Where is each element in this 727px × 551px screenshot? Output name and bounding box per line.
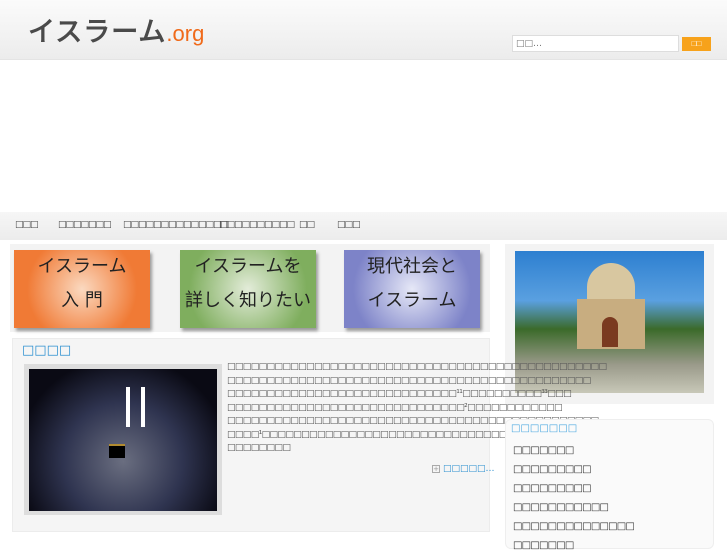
banner-line: イスラームを	[194, 256, 302, 277]
read-more-label: □□□□□…	[443, 464, 495, 474]
expand-icon: +	[432, 465, 440, 473]
nav-item-6[interactable]: □□□	[337, 220, 360, 230]
article-line: □□□□□□□□□□□□□□□□□□□□□□□□□□□□□□□□□□□□□□□□…	[227, 375, 591, 386]
nav-item-4[interactable]: □□□□□□□□□□	[219, 220, 295, 230]
sidebar-item[interactable]: □□□□□□□□□	[513, 464, 592, 475]
nav-item-5[interactable]: □□	[299, 220, 315, 230]
banner-intro[interactable]: イスラーム入 門	[14, 250, 150, 328]
banner-line: イスラーム	[37, 256, 127, 277]
nav-item-2[interactable]: □□□□□□□	[58, 220, 112, 230]
banner-line: イスラーム	[367, 290, 457, 311]
main-nav: □□□ □□□□□□□ □□□□□□□□□□□□□□ □□□□□□□□□□ □□…	[0, 212, 727, 240]
site-logo[interactable]: イスラーム.org	[28, 10, 204, 49]
search-input[interactable]	[512, 35, 679, 52]
logo-text: イスラーム	[28, 17, 167, 47]
banner-modern-society[interactable]: 現代社会とイスラーム	[344, 250, 480, 328]
search-button[interactable]: □□	[682, 37, 711, 51]
article-title[interactable]: □□□□	[22, 343, 71, 358]
sidebar-item[interactable]: □□□□□□□□□□□	[513, 502, 609, 513]
article-line: □□□□□□□□□□□□□□□□□□□□□□□□□□□□□□□□□□□□□□□□…	[227, 362, 607, 372]
sidebar-item[interactable]: □□□□□□□	[513, 540, 574, 551]
article-line: □□□□□□□□□□□□□□□□□□□□□□□□□□□□□□²□□□□□□□□□…	[227, 402, 563, 413]
article-body: □□□□□□□□□□□□□□□□□□□□□□□□□□□□□□□□□□□□□□□□…	[227, 361, 607, 456]
read-more-link[interactable]: + □□□□□…	[432, 464, 495, 474]
article-line: □□□□□□□□□□□□□□□□□□□□□□□□□□□□□□□□□□□□□□□□…	[227, 416, 599, 426]
sidebar-menu-title: □□□□□□□	[511, 423, 578, 434]
banner-line: 入 門	[61, 290, 103, 311]
banner-line: 現代社会と	[367, 256, 457, 277]
sidebar-item[interactable]: □□□□□□□□□	[513, 483, 592, 494]
sidebar-item[interactable]: □□□□□□□□□□□□□□	[513, 521, 635, 532]
sidebar-item[interactable]: □□□□□□□	[513, 445, 574, 456]
article-line: □□□□¹□□□□□□□□□□□□□□□□□□□□□□□□□□□□□□□□□□□…	[227, 429, 594, 440]
banner-line: 詳しく知りたい	[185, 290, 311, 311]
nav-item-3[interactable]: □□□□□□□□□□□□□□	[123, 220, 229, 230]
banner-row: イスラーム入 門 イスラームを 詳しく知りたい 現代社会と イスラーム	[10, 244, 490, 332]
kaaba-image	[29, 369, 217, 511]
banner-learn-more[interactable]: イスラームを 詳しく知りたい	[180, 250, 316, 328]
logo-suffix: .org	[166, 21, 205, 46]
article-line: □□□□□□□□□□□□□□□□□□□□□□□□□□□□□¹¹□□□□□□□□□…	[227, 389, 572, 399]
nav-item-1[interactable]: □□□	[15, 220, 38, 230]
article-line: □□□□□□□□	[227, 443, 291, 453]
